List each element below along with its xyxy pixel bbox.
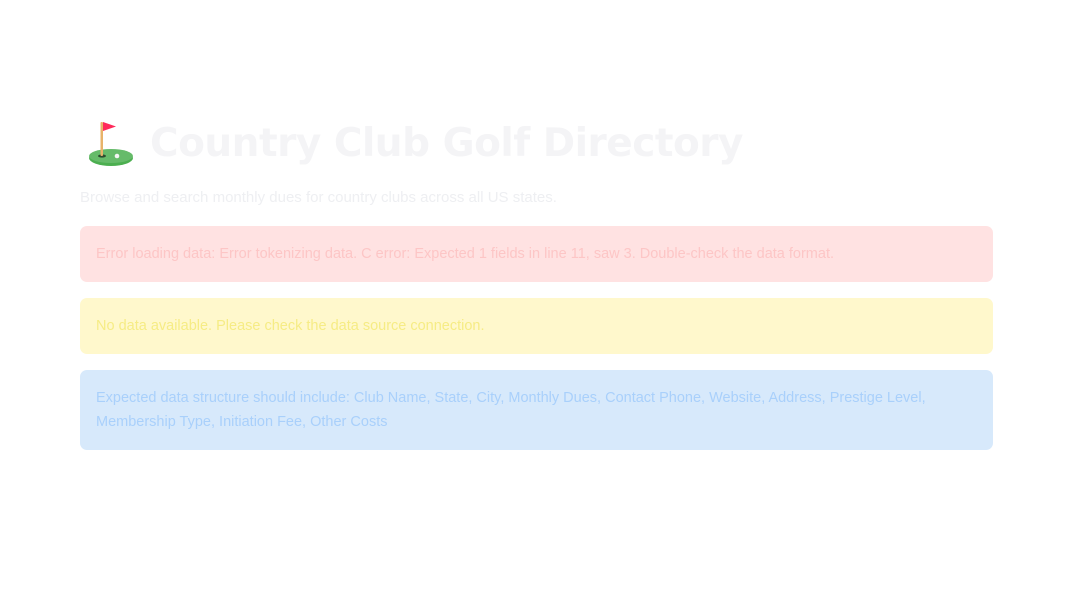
warning-alert: No data available. Please check the data… bbox=[80, 298, 993, 354]
info-alert-text: Expected data structure should include: … bbox=[96, 390, 926, 430]
golf-flag-icon bbox=[89, 122, 133, 166]
error-alert: Error loading data: Error tokenizing dat… bbox=[80, 226, 993, 282]
error-alert-text: Error loading data: Error tokenizing dat… bbox=[96, 246, 834, 262]
page-title: Country Club Golf Directory bbox=[150, 120, 743, 166]
info-alert: Expected data structure should include: … bbox=[80, 370, 993, 450]
main-content: Country Club Golf Directory Browse and s… bbox=[80, 112, 993, 450]
warning-alert-text: No data available. Please check the data… bbox=[96, 318, 485, 334]
title-row: Country Club Golf Directory bbox=[80, 112, 993, 174]
app-root: Country Club Golf Directory Browse and s… bbox=[0, 0, 1073, 610]
page-subtitle: Browse and search monthly dues for count… bbox=[80, 189, 557, 206]
